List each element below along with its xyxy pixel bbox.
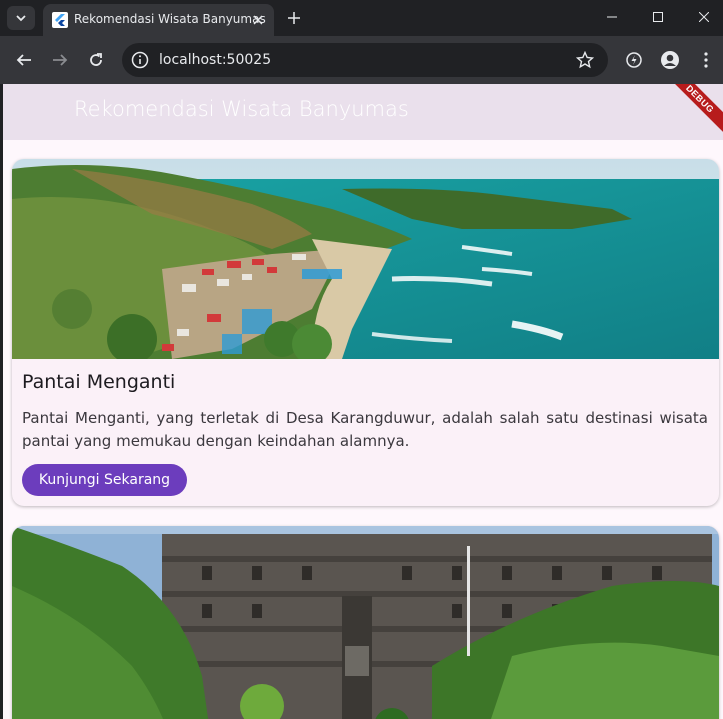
performance-icon[interactable] bbox=[622, 48, 646, 72]
site-info-icon[interactable] bbox=[130, 50, 150, 70]
reload-button[interactable] bbox=[82, 46, 110, 74]
app-bar: Rekomendasi Wisata Banyumas bbox=[3, 84, 723, 140]
chevron-down-icon bbox=[16, 15, 26, 22]
minimize-button[interactable] bbox=[589, 0, 635, 34]
app-page: Rekomendasi Wisata Banyumas DEBUG Pantai… bbox=[3, 84, 723, 719]
beach-image bbox=[12, 159, 719, 359]
card-description: Pantai Menganti, yang terletak di Desa K… bbox=[22, 409, 708, 450]
close-icon bbox=[699, 12, 709, 22]
flutter-icon bbox=[52, 12, 68, 28]
browser-toolbar: localhost:50025 bbox=[0, 36, 723, 84]
destination-card: Pantai Menganti Pantai Menganti, yang te… bbox=[12, 159, 719, 506]
page-title: Rekomendasi Wisata Banyumas bbox=[74, 97, 409, 121]
close-tab-icon[interactable] bbox=[250, 12, 266, 28]
back-button[interactable] bbox=[10, 46, 38, 74]
forward-arrow-icon bbox=[53, 54, 68, 66]
visit-now-button[interactable]: Kunjungi Sekarang bbox=[22, 464, 187, 496]
address-bar[interactable]: localhost:50025 bbox=[122, 43, 608, 77]
browser-tab[interactable]: Rekomendasi Wisata Banyumas bbox=[43, 4, 274, 36]
close-window-button[interactable] bbox=[681, 0, 723, 34]
maximize-button[interactable] bbox=[635, 0, 681, 34]
maximize-icon bbox=[653, 12, 663, 22]
new-tab-button[interactable] bbox=[284, 8, 304, 28]
temple-image bbox=[12, 526, 719, 719]
menu-kebab-icon[interactable] bbox=[694, 48, 718, 72]
browser-tab-strip: Rekomendasi Wisata Banyumas bbox=[0, 0, 723, 36]
forward-button[interactable] bbox=[46, 46, 74, 74]
url-text: localhost:50025 bbox=[159, 52, 272, 68]
card-title: Pantai Menganti bbox=[22, 371, 176, 393]
back-arrow-icon bbox=[16, 54, 31, 66]
reload-icon bbox=[90, 53, 102, 66]
profile-avatar-icon[interactable] bbox=[658, 48, 682, 72]
destination-card bbox=[12, 526, 719, 719]
bookmark-star-icon[interactable] bbox=[576, 51, 594, 69]
tab-search-button[interactable] bbox=[7, 6, 35, 30]
tab-title: Rekomendasi Wisata Banyumas bbox=[74, 12, 266, 26]
minimize-icon bbox=[607, 16, 617, 18]
plus-icon bbox=[288, 12, 300, 24]
